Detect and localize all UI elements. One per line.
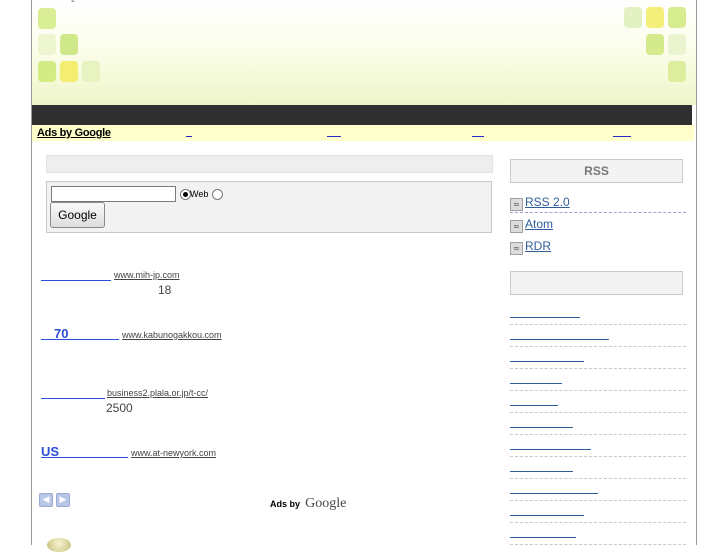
feed-link-rdr[interactable]: ≈ RDR [510, 237, 686, 259]
divider [510, 212, 686, 213]
ad-description: 2500 [106, 401, 133, 415]
google-logo-text: Google [305, 496, 347, 511]
sidebar-link-text[interactable] [510, 515, 584, 516]
sidebar-link[interactable] [510, 500, 686, 523]
ad-url[interactable]: www.at-newyork.com [131, 448, 216, 458]
sidebar-link-text[interactable] [510, 361, 584, 362]
feed-label[interactable]: Atom [525, 217, 553, 231]
decor-square [60, 34, 78, 55]
search-input[interactable] [51, 186, 176, 202]
sidebar-section-header [510, 271, 683, 295]
feed-icon: ≈ [510, 220, 523, 233]
decor-square [82, 61, 100, 82]
decor-square [38, 8, 56, 29]
decor-square [38, 61, 56, 82]
sidebar-link-text[interactable] [510, 405, 558, 406]
feed-label[interactable]: RDR [525, 239, 551, 253]
radio-site[interactable] [212, 189, 223, 200]
sidebar-link[interactable] [510, 456, 686, 479]
decor-square [668, 61, 686, 82]
decor-square [646, 7, 664, 28]
sidebar-link[interactable] [510, 434, 686, 457]
sidebar-link[interactable] [510, 346, 686, 369]
feed-link-atom[interactable]: ≈ Atom [510, 215, 686, 237]
rss-header: RSS [510, 159, 683, 183]
sidebar-link-text[interactable] [510, 339, 609, 340]
nav-bar [32, 105, 692, 125]
decor-square [646, 34, 664, 55]
decor-square [60, 61, 78, 82]
google-search-box: Web Google [46, 181, 492, 233]
ad-link[interactable] [613, 136, 631, 137]
ad-url[interactable]: business2.plala.or.jp/t-cc/ [107, 388, 208, 398]
ad-title-underline[interactable] [41, 398, 105, 399]
chevron-right-icon[interactable]: ▶ [56, 493, 70, 507]
ad-title[interactable]: 70 [54, 326, 68, 341]
sidebar-link-text[interactable] [510, 427, 573, 428]
ad-title[interactable]: US [41, 444, 59, 459]
site-header: - [32, 0, 696, 105]
feed-icon: ≈ [510, 242, 523, 255]
ad-link[interactable] [327, 136, 341, 137]
sidebar-link[interactable] [510, 324, 686, 347]
ad-link[interactable] [186, 136, 192, 137]
ad-link-bar: Ads by Google [32, 125, 694, 141]
page: - Ads by Google Web Google www.mih-jp.co… [31, 0, 697, 552]
decor-square [668, 7, 686, 28]
sidebar-link[interactable] [510, 522, 686, 545]
ads-by-google-link[interactable]: Ads by Google [37, 127, 111, 139]
decor-square [624, 7, 642, 28]
ad-title-underline[interactable] [41, 339, 119, 340]
badge-icon [47, 538, 71, 552]
feed-icon: ≈ [510, 198, 523, 211]
ad-title-underline[interactable] [41, 280, 111, 281]
header-dash: - [71, 0, 75, 7]
ad-description: 18 [158, 283, 172, 297]
sidebar-link-text[interactable] [510, 449, 591, 450]
ads-by-google-footer[interactable]: Ads by Google [270, 492, 346, 512]
sidebar-link-text[interactable] [510, 471, 573, 472]
sidebar-link[interactable] [510, 368, 686, 391]
radio-web-label: Web [190, 189, 209, 199]
sidebar-link[interactable] [510, 412, 686, 435]
sidebar-link[interactable] [510, 302, 686, 325]
ad-url[interactable]: www.kabunogakkou.com [122, 330, 222, 340]
sidebar-link-text[interactable] [510, 537, 576, 538]
ad-url[interactable]: www.mih-jp.com [114, 270, 180, 280]
sidebar-link-text[interactable] [510, 493, 598, 494]
chevron-left-icon[interactable]: ◀ [39, 493, 53, 507]
sidebar-link-text[interactable] [510, 317, 580, 318]
content-heading-bar [46, 155, 493, 173]
decor-square [668, 34, 686, 55]
ads-by-label: Ads by [270, 499, 301, 509]
decor-square [38, 34, 56, 55]
ad-link[interactable] [472, 136, 484, 137]
feed-label[interactable]: RSS 2.0 [525, 195, 570, 209]
sidebar-link-text[interactable] [510, 383, 562, 384]
sidebar-link[interactable] [510, 478, 686, 501]
sidebar-link[interactable] [510, 390, 686, 413]
google-search-button[interactable]: Google [50, 202, 105, 228]
